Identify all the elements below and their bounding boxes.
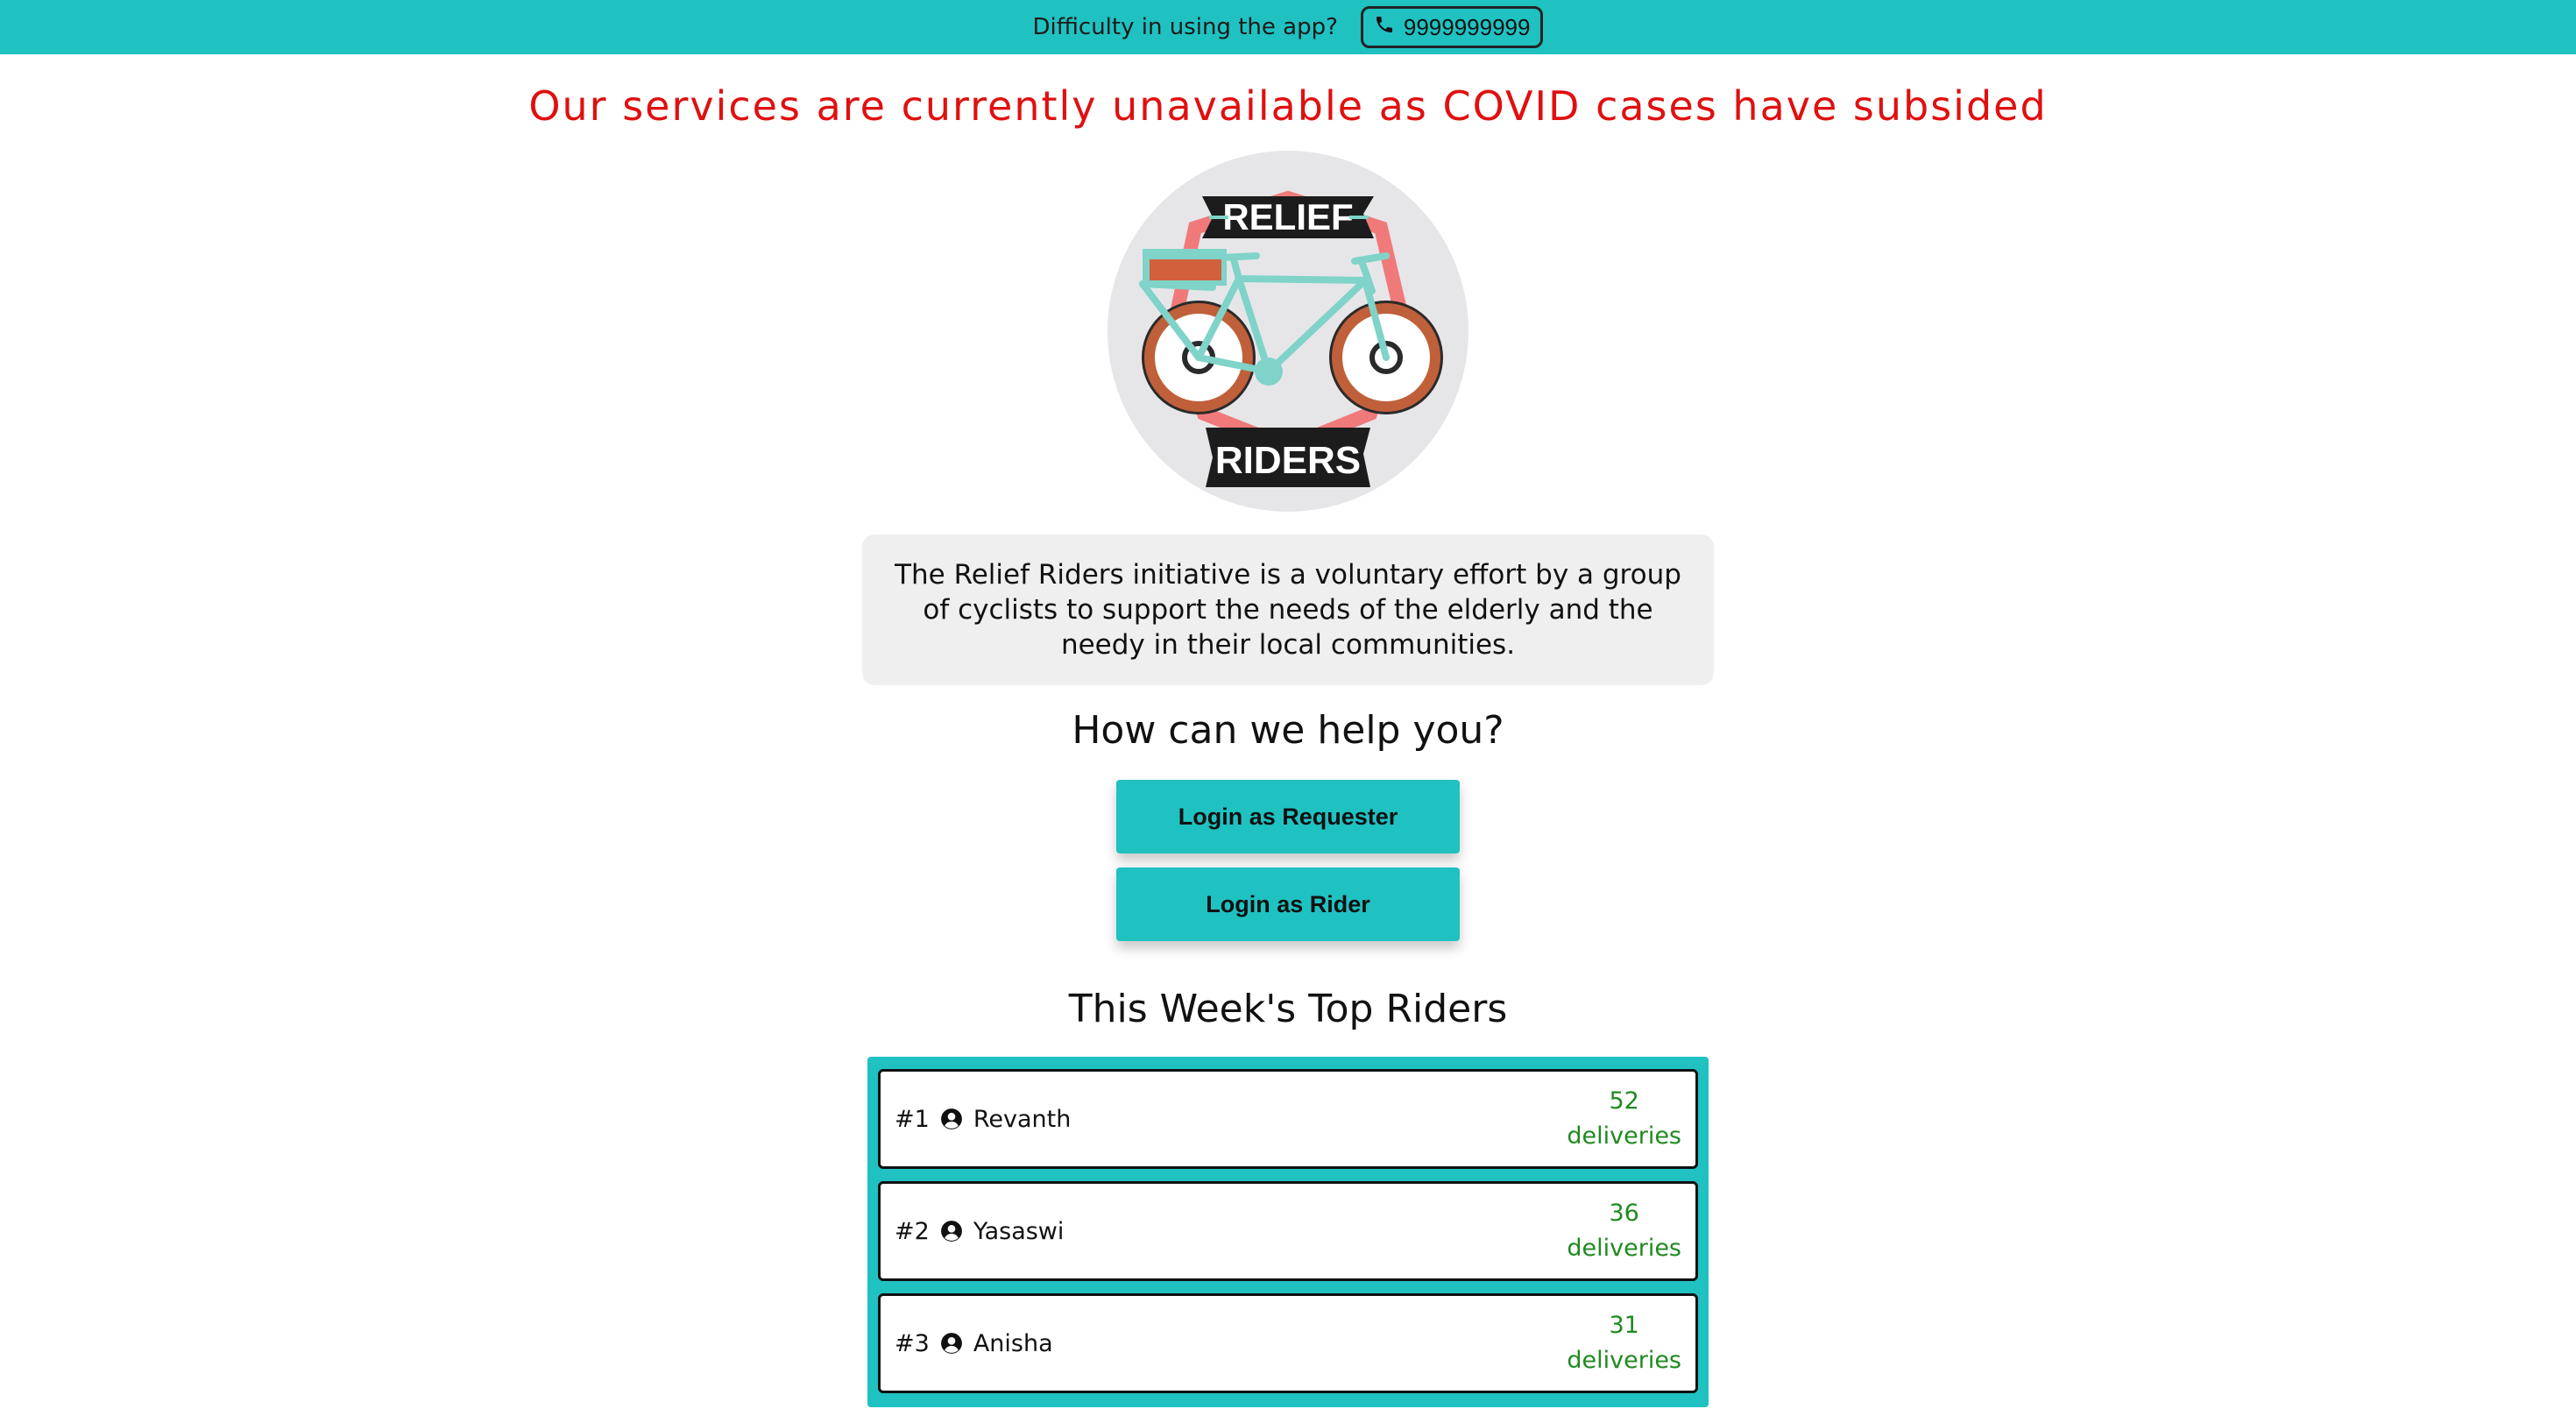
user-circle-icon bbox=[940, 1332, 963, 1355]
phone-icon bbox=[1374, 14, 1395, 41]
delivery-unit: deliveries bbox=[1567, 1235, 1681, 1262]
relief-riders-logo: RELIEF RIDERS bbox=[1108, 151, 1468, 512]
logo-top-text: RELIEF bbox=[1222, 196, 1353, 237]
service-unavailable-banner: Our services are currently unavailable a… bbox=[528, 82, 2048, 130]
top-riders-heading: This Week's Top Riders bbox=[1068, 987, 1508, 1031]
user-circle-icon bbox=[940, 1108, 963, 1130]
phone-number: 9999999999 bbox=[1403, 13, 1531, 40]
rider-rank: #1 bbox=[895, 1105, 930, 1133]
delivery-count: 36 bbox=[1609, 1200, 1639, 1227]
phone-button[interactable]: 9999999999 bbox=[1360, 6, 1544, 48]
delivery-count: 31 bbox=[1609, 1312, 1639, 1339]
list-item: #3 Anisha 31 deliveries bbox=[878, 1293, 1698, 1393]
help-heading: How can we help you? bbox=[1072, 708, 1504, 753]
delivery-count: 52 bbox=[1609, 1087, 1639, 1115]
list-item: #1 Revanth 52 deliveries bbox=[878, 1069, 1698, 1169]
rider-name: Yasaswi bbox=[973, 1217, 1065, 1245]
rider-rank: #3 bbox=[895, 1329, 930, 1357]
rider-rank: #2 bbox=[895, 1217, 930, 1245]
help-topbar: Difficulty in using the app? 9999999999 bbox=[0, 0, 2576, 54]
list-item: #2 Yasaswi 36 deliveries bbox=[878, 1181, 1698, 1281]
about-description: The Relief Riders initiative is a volunt… bbox=[862, 535, 1714, 685]
login-requester-button[interactable]: Login as Requester bbox=[1116, 780, 1460, 853]
rider-name: Anisha bbox=[973, 1329, 1053, 1357]
login-rider-button[interactable]: Login as Rider bbox=[1116, 867, 1460, 941]
delivery-unit: deliveries bbox=[1567, 1347, 1681, 1374]
logo-bottom-text: RIDERS bbox=[1215, 439, 1361, 482]
rider-name: Revanth bbox=[973, 1105, 1072, 1133]
help-text: Difficulty in using the app? bbox=[1032, 14, 1338, 40]
user-circle-icon bbox=[940, 1220, 963, 1243]
top-riders-list: #1 Revanth 52 deliveries #2 Yasaswi 36 d… bbox=[867, 1057, 1709, 1407]
delivery-unit: deliveries bbox=[1567, 1122, 1681, 1150]
